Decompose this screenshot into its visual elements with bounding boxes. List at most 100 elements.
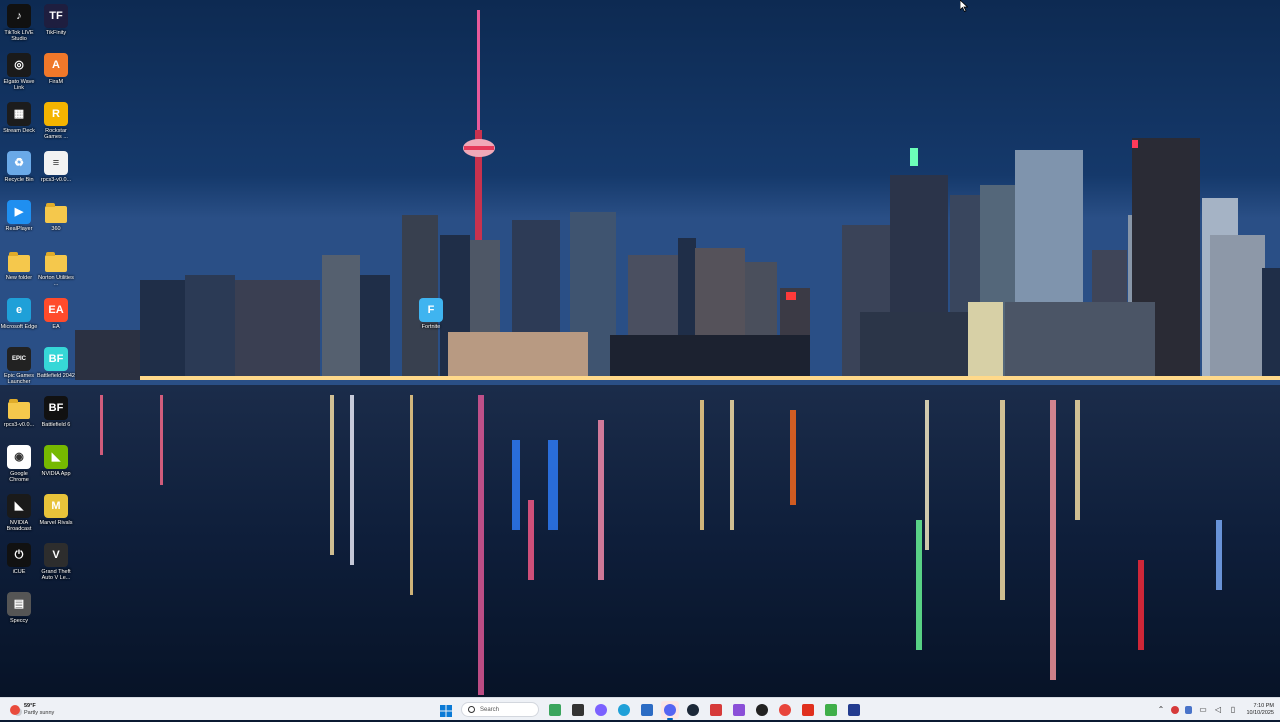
desktop-icon[interactable]: Norton Utilities ... — [37, 249, 75, 287]
search-icon — [468, 706, 475, 713]
shield-tray-icon[interactable] — [1185, 705, 1193, 714]
taskbar-search-box[interactable]: Search — [461, 702, 539, 717]
desktop-icon[interactable]: ◣ NVIDIA App — [37, 445, 75, 477]
desktop-icon-label: rpcs3-v0.0... — [40, 177, 72, 183]
speccy-icon: ▤ — [7, 592, 31, 616]
desktop-icon-label: Rockstar Games ... — [44, 128, 68, 140]
desktop-icon-label: NVIDIA App — [41, 471, 71, 477]
search-placeholder: Search — [480, 706, 500, 713]
discord-taskbar-button[interactable] — [660, 700, 679, 720]
stream-deck-icon: ▦ — [7, 102, 31, 126]
desktop-icon[interactable]: BF Battlefield 6 — [37, 396, 75, 428]
desktop-icon-label: Epic Games Launcher — [4, 373, 34, 385]
battery-icon[interactable]: ▯ — [1228, 705, 1237, 714]
desktop-wallpaper — [0, 0, 1280, 697]
desktop-icon[interactable]: V Grand Theft Auto V Le... — [37, 543, 75, 581]
battlefield-2042-icon: BF — [44, 347, 68, 371]
desktop-icon-label: Google Chrome — [9, 471, 29, 483]
desktop-icon-label: Battlefield 2042 — [37, 373, 75, 379]
folder-icon — [44, 249, 68, 273]
desktop-icon[interactable]: BF Battlefield 2042 — [37, 347, 75, 379]
network-icon[interactable]: ▭ — [1198, 705, 1207, 714]
widgets-button[interactable] — [546, 701, 564, 719]
desktop-icon-label: iCUE — [12, 569, 26, 575]
obs-icon — [755, 703, 768, 716]
obs-taskbar-button[interactable] — [753, 701, 771, 719]
desktop-icon[interactable]: M Marvel Rivals — [37, 494, 75, 526]
task-view-button[interactable] — [569, 701, 587, 719]
clock[interactable]: 7:10 PM 10/10/2025 — [1246, 703, 1274, 717]
clock-time: 7:10 PM — [1253, 702, 1274, 709]
mouse-cursor-icon — [960, 0, 968, 12]
desktop-icon[interactable]: e Microsoft Edge — [0, 298, 38, 330]
desktop-icon[interactable]: ◎ Elgato Wave Link — [0, 53, 38, 91]
desktop-icon-label: Norton Utilities ... — [38, 275, 74, 287]
desktop-icon[interactable]: TF TikFinity — [37, 4, 75, 36]
desktop-icon[interactable]: New folder — [0, 249, 38, 281]
desktop-icon[interactable]: EA EA — [37, 298, 75, 330]
desktop-icon-label: Fortnite — [421, 324, 441, 330]
desktop-icon[interactable]: ≡ rpcs3-v0.0... — [37, 151, 75, 183]
file-explorer-icon — [732, 703, 745, 716]
windows-start-icon — [439, 704, 452, 717]
desktop-icon-label: 360 — [51, 226, 61, 232]
copilot-button[interactable] — [592, 701, 610, 719]
epic-games-icon: EPIC — [7, 347, 31, 371]
tiktok-live-icon: ♪ — [7, 4, 31, 28]
folder-icon — [44, 200, 68, 224]
recycle-bin-icon: ♻ — [7, 151, 31, 175]
store-taskbar-button[interactable] — [638, 701, 656, 719]
desktop-icon[interactable]: R Rockstar Games ... — [37, 102, 75, 140]
desktop-icon[interactable]: ⏻ iCUE — [0, 543, 38, 575]
chevron-up-icon[interactable]: ⌃ — [1156, 705, 1165, 714]
text-app-taskbar-button[interactable] — [799, 701, 817, 719]
firam-icon: A — [44, 53, 68, 77]
desktop-icon-label: TikFinity — [45, 30, 67, 36]
rpcs3-folder-icon — [7, 396, 31, 420]
edge-taskbar-button[interactable] — [615, 701, 633, 719]
desktop-icon[interactable]: EPIC Epic Games Launcher — [0, 347, 38, 385]
start-button[interactable] — [437, 701, 455, 719]
folder-taskbar-button[interactable] — [730, 701, 748, 719]
rockstar-icon: R — [44, 102, 68, 126]
desktop-icon-label: Speccy — [9, 618, 29, 624]
desktop-icon[interactable]: rpcs3-v0.0... — [0, 396, 38, 428]
gta-v-icon: V — [44, 543, 68, 567]
app-red-taskbar-button[interactable] — [707, 701, 725, 719]
desktop-icon-fortnite[interactable]: F Fortnite — [412, 298, 450, 330]
volume-icon[interactable]: ◁ — [1213, 705, 1222, 714]
nvidia-app-icon — [824, 703, 837, 716]
desktop-icon[interactable]: 360 — [37, 200, 75, 232]
desktop-icon[interactable]: ♪ TikTok LIVE Studio — [0, 4, 38, 42]
media-app-icon — [847, 703, 860, 716]
realplayer-icon: ▶ — [7, 200, 31, 224]
text-app-icon — [801, 703, 814, 716]
folder-icon — [7, 249, 31, 273]
media-taskbar-button[interactable] — [845, 701, 863, 719]
desktop-icon-label: RealPlayer — [5, 226, 33, 232]
system-tray: ⌃ ▭ ◁ ▯ 7:10 PM 10/10/2025 — [1153, 700, 1274, 719]
weather-widget[interactable]: 59°F Partly sunny — [10, 700, 54, 719]
steam-icon — [686, 703, 699, 716]
taskbar-apps: Search — [434, 700, 865, 720]
desktop-icon[interactable]: ◣ NVIDIA Broadcast — [0, 494, 38, 532]
desktop-icon[interactable]: ◉ Google Chrome — [0, 445, 38, 483]
steam-taskbar-button[interactable] — [684, 701, 702, 719]
nvidia-taskbar-button[interactable] — [822, 701, 840, 719]
desktop-icon-label: Microsoft Edge — [0, 324, 38, 330]
desktop-icon[interactable]: ▦ Stream Deck — [0, 102, 38, 134]
chrome-taskbar-button[interactable] — [776, 701, 794, 719]
microsoft-store-icon — [640, 703, 653, 716]
fortnite-icon: F — [419, 298, 443, 322]
nvidia-broadcast-icon: ◣ — [7, 494, 31, 518]
task-view-icon — [571, 703, 584, 716]
desktop-icon[interactable]: ▤ Speccy — [0, 592, 38, 624]
desktop-icon-label: Marvel Rivals — [39, 520, 73, 526]
desktop-icon[interactable]: ♻ Recycle Bin — [0, 151, 38, 183]
desktop-icon[interactable]: ▶ RealPlayer — [0, 200, 38, 232]
chrome-icon — [778, 703, 791, 716]
desktop-icon-label: New folder — [5, 275, 33, 281]
desktop-icon[interactable]: A FiraM — [37, 53, 75, 85]
edge-icon: e — [7, 298, 31, 322]
app-tray-icon[interactable] — [1171, 705, 1180, 714]
